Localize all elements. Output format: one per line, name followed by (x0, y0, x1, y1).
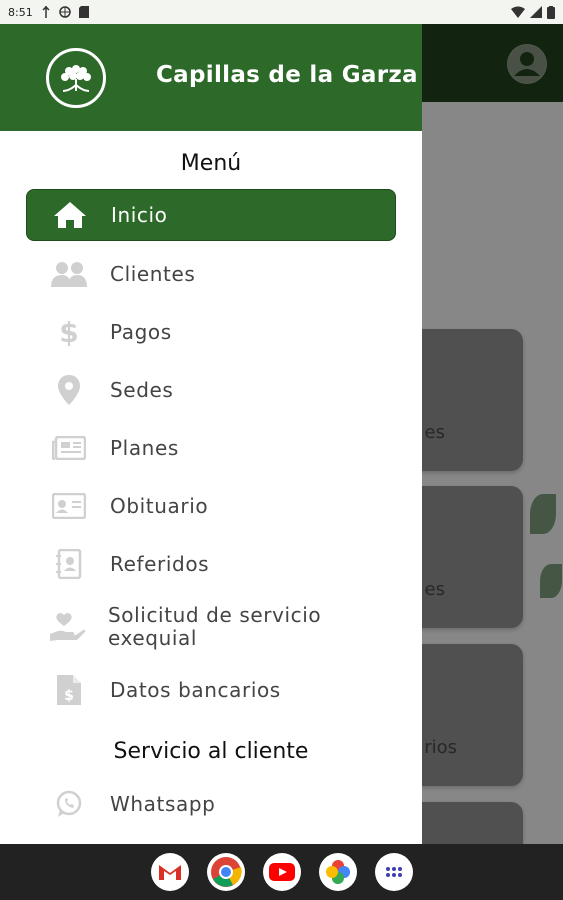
wifi-icon (511, 6, 525, 18)
nav-item-planes[interactable]: Planes (26, 419, 396, 477)
battery-icon (547, 5, 555, 19)
nav-item-sedes[interactable]: Sedes (26, 361, 396, 419)
svg-text:$: $ (59, 317, 78, 347)
nav-item-referidos[interactable]: Referidos (26, 535, 396, 593)
whatsapp-icon (50, 789, 88, 819)
navigation-drawer: Capillas de la Garza Menú Inicio Cliente… (0, 24, 422, 844)
id-card-icon (50, 491, 88, 521)
dollar-icon: $ (50, 317, 88, 347)
nav-item-pagos[interactable]: $ Pagos (26, 303, 396, 361)
google-photos-icon[interactable] (318, 853, 357, 891)
tree-logo-icon (46, 47, 106, 108)
address-book-icon (50, 549, 88, 579)
location-pin-icon (50, 375, 88, 405)
system-dock (0, 844, 563, 900)
svg-text:$: $ (64, 688, 74, 704)
nav-item-obituario[interactable]: Obituario (26, 477, 396, 535)
youtube-icon[interactable] (262, 853, 301, 891)
signal-icon (530, 6, 542, 18)
sd-card-icon (78, 6, 89, 18)
customer-service-title: Servicio al cliente (113, 739, 309, 764)
newspaper-icon (50, 433, 88, 463)
brand-title: Capillas de la Garza (156, 62, 418, 88)
menu-title: Menú (180, 151, 242, 176)
notification-icon (42, 6, 50, 18)
nav-item-datos-bancarios[interactable]: $ Datos bancarios (26, 661, 396, 719)
users-icon (50, 259, 88, 289)
app-drawer-icon[interactable] (374, 853, 413, 891)
nav-item-clientes[interactable]: Clientes (26, 245, 396, 303)
hand-heart-icon (50, 612, 86, 642)
status-bar: 8:51 (0, 0, 563, 24)
nav-item-inicio[interactable]: Inicio (26, 189, 396, 241)
home-icon (51, 200, 89, 230)
nav-item-solicitud-servicio[interactable]: Solicitud de servicio exequial (26, 593, 396, 661)
drawer-header: Capillas de la Garza (0, 24, 422, 131)
chrome-icon[interactable] (206, 853, 245, 891)
nav-item-whatsapp[interactable]: Whatsapp (26, 775, 396, 833)
globe-icon (58, 6, 71, 18)
file-invoice-dollar-icon: $ (50, 675, 88, 705)
gmail-icon[interactable] (150, 853, 189, 891)
clock: 8:51 (8, 5, 33, 19)
